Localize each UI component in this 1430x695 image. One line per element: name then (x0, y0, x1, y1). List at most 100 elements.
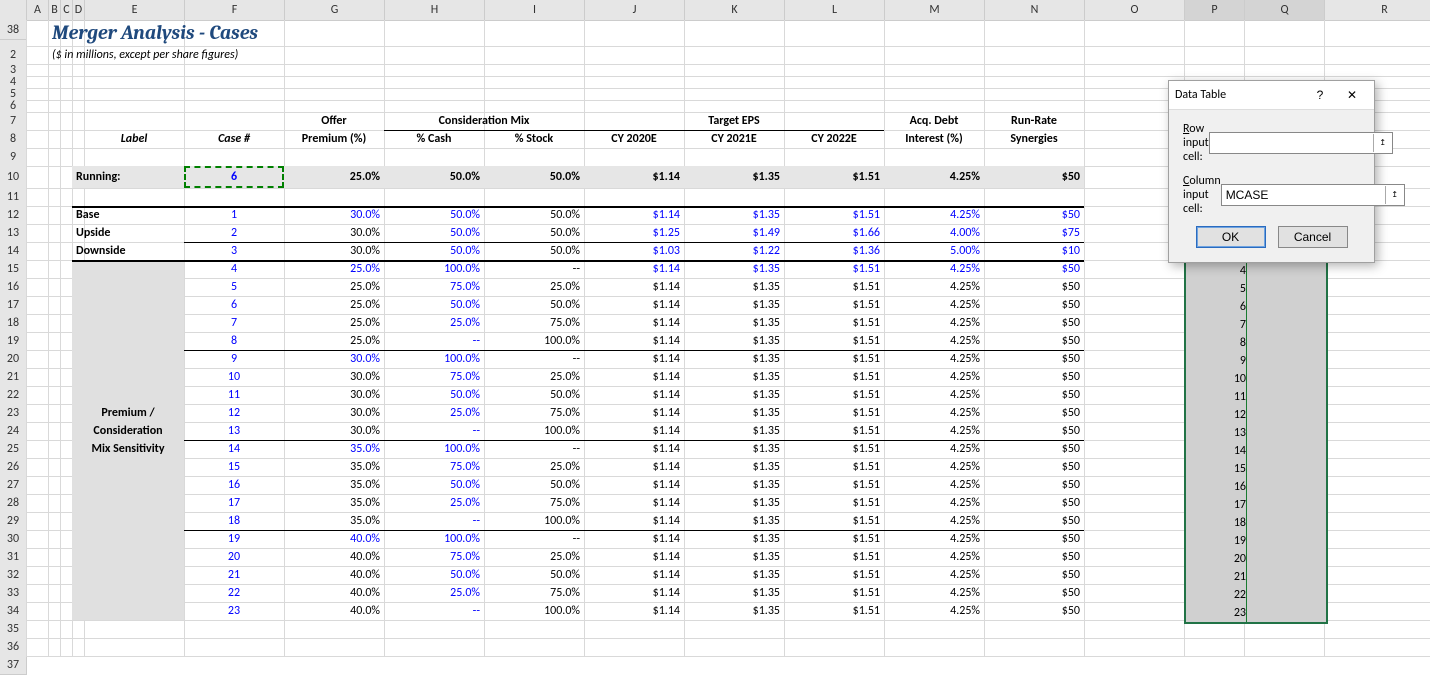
row-header-28[interactable]: 28 (0, 494, 27, 513)
row-header-38[interactable]: 38 (0, 21, 27, 40)
col-header-K[interactable]: K (685, 0, 785, 20)
row-header-33[interactable]: 33 (0, 584, 27, 603)
row-header-7[interactable]: 7 (0, 112, 27, 131)
premium-8: 25.0% (284, 332, 384, 350)
col-header-D[interactable]: D (73, 0, 85, 20)
row-header-36[interactable]: 36 (0, 638, 27, 657)
stock-3: 50.0% (484, 242, 584, 260)
cash-19: 100.0% (384, 530, 484, 548)
premium-20: 40.0% (284, 548, 384, 566)
case-num-21: 21 (184, 566, 284, 584)
row-header-27[interactable]: 27 (0, 476, 27, 495)
syn-17: $50 (984, 494, 1084, 512)
hdr-debt: Acq. Debt (884, 112, 984, 130)
col-header-G[interactable]: G (285, 0, 385, 20)
row-input-picker-icon[interactable]: ↥ (1373, 134, 1392, 152)
case-num-12: 12 (184, 404, 284, 422)
row-header-15[interactable]: 15 (0, 260, 27, 279)
col-input-picker-icon[interactable]: ↥ (1385, 186, 1404, 204)
e2-8: $1.35 (684, 332, 784, 350)
dialog-help-button[interactable]: ? (1304, 84, 1336, 106)
cash-2: 50.0% (384, 224, 484, 242)
row-header-20[interactable]: 20 (0, 350, 27, 369)
int-22: 4.25% (884, 584, 984, 602)
col-header-O[interactable]: O (1085, 0, 1185, 20)
label-sens2: Consideration (72, 422, 184, 440)
row-header-25[interactable]: 25 (0, 440, 27, 459)
col-header-F[interactable]: F (185, 0, 285, 20)
e1-19: $1.14 (584, 530, 684, 548)
row-header-8[interactable]: 8 (0, 130, 27, 149)
row-header-13[interactable]: 13 (0, 224, 27, 243)
col-header-L[interactable]: L (785, 0, 885, 20)
col-header-B[interactable]: B (49, 0, 61, 20)
int-12: 4.25% (884, 404, 984, 422)
col-header-P[interactable]: P (1185, 0, 1245, 20)
row-header-12[interactable]: 12 (0, 206, 27, 225)
cash-17: 25.0% (384, 494, 484, 512)
cash-13: -- (384, 422, 484, 440)
e3-15: $1.51 (784, 458, 884, 476)
row-header-17[interactable]: 17 (0, 296, 27, 315)
row-header-18[interactable]: 18 (0, 314, 27, 333)
syn-14: $50 (984, 440, 1084, 458)
syn-9: $50 (984, 350, 1084, 368)
col-header-E[interactable]: E (85, 0, 185, 20)
col-header-A[interactable]: A (27, 0, 49, 20)
row-header-10[interactable]: 10 (0, 166, 27, 189)
row-header-34[interactable]: 34 (0, 602, 27, 621)
ok-button[interactable]: OK (1196, 226, 1266, 248)
dialog-close-button[interactable]: ✕ (1336, 84, 1368, 106)
row-header-37[interactable]: 37 (0, 656, 27, 675)
label-sens3: Mix Sensitivity (72, 440, 184, 458)
e1-2: $1.25 (584, 224, 684, 242)
row-header-29[interactable]: 29 (0, 512, 27, 531)
syn-10: $50 (984, 368, 1084, 386)
stock-21: 50.0% (484, 566, 584, 584)
row-header-9[interactable]: 9 (0, 148, 27, 167)
int-21: 4.25% (884, 566, 984, 584)
row-header-32[interactable]: 32 (0, 566, 27, 585)
e2-22: $1.35 (684, 584, 784, 602)
row-header-21[interactable]: 21 (0, 368, 27, 387)
sel-index-4: 4 (1186, 262, 1252, 280)
col-header-M[interactable]: M (885, 0, 985, 20)
e2-10: $1.35 (684, 368, 784, 386)
row-header-16[interactable]: 16 (0, 278, 27, 297)
row-input-cell[interactable] (1210, 134, 1373, 152)
row-header-26[interactable]: 26 (0, 458, 27, 477)
row-header-23[interactable]: 23 (0, 404, 27, 423)
col-header-Q[interactable]: Q (1245, 0, 1325, 20)
e1-1: $1.14 (584, 206, 684, 224)
case-num-5: 5 (184, 278, 284, 296)
dialog-titlebar[interactable]: Data Table ? ✕ (1169, 81, 1374, 110)
row-header-11[interactable]: 11 (0, 188, 27, 207)
row-header-31[interactable]: 31 (0, 548, 27, 567)
row-header-30[interactable]: 30 (0, 530, 27, 549)
int-14: 4.25% (884, 440, 984, 458)
row-header-24[interactable]: 24 (0, 422, 27, 441)
col-input-cell[interactable] (1222, 186, 1385, 204)
row-header-35[interactable]: 35 (0, 620, 27, 639)
row-header-14[interactable]: 14 (0, 242, 27, 261)
col-header-N[interactable]: N (985, 0, 1085, 20)
select-all-corner[interactable] (0, 0, 27, 21)
e3-11: $1.51 (784, 386, 884, 404)
int-1: 4.25% (884, 206, 984, 224)
case-num-20: 20 (184, 548, 284, 566)
col-header-R[interactable]: R (1325, 0, 1430, 20)
col-header-C[interactable]: C (61, 0, 73, 20)
col-header-H[interactable]: H (385, 0, 485, 20)
e1-6: $1.14 (584, 296, 684, 314)
running-label: Running: (72, 166, 184, 188)
col-header-I[interactable]: I (485, 0, 585, 20)
sel-index-18: 18 (1186, 514, 1252, 532)
cash-23: -- (384, 602, 484, 620)
row-header-22[interactable]: 22 (0, 386, 27, 405)
sel-index-13: 13 (1186, 424, 1252, 442)
sel-index-20: 20 (1186, 550, 1252, 568)
col-header-J[interactable]: J (585, 0, 685, 20)
row-header-19[interactable]: 19 (0, 332, 27, 351)
stock-7: 75.0% (484, 314, 584, 332)
cancel-button[interactable]: Cancel (1278, 226, 1348, 248)
